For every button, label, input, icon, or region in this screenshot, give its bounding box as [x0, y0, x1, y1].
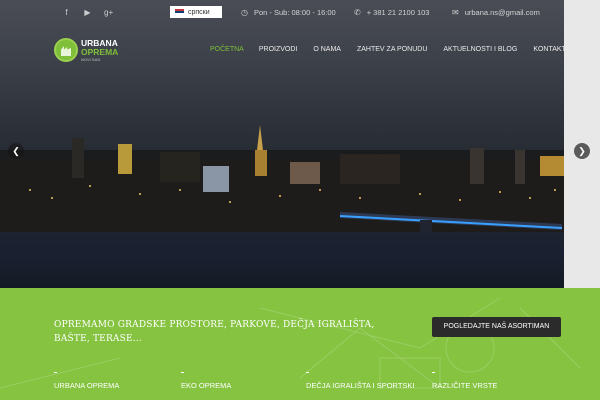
river	[0, 232, 600, 288]
category-item[interactable]: EKO OPREMA	[181, 372, 231, 390]
serbia-flag-icon	[175, 9, 184, 15]
phone-icon: ✆	[354, 8, 361, 17]
category-dash	[432, 372, 435, 373]
logo-mark-icon	[54, 38, 78, 62]
view-assortment-button[interactable]: POGLEDAJTE NAŠ ASORTIMAN	[432, 317, 561, 337]
hours-text: Pon - Sub: 08:00 - 16:00	[253, 8, 336, 17]
clock-icon: ◷	[241, 8, 248, 17]
category-label: RAZLIČITE VRSTE	[432, 381, 498, 390]
slider-prev-button[interactable]: ❮	[8, 143, 24, 159]
category-dash	[306, 372, 309, 373]
logo-line2: OPREMA	[81, 46, 119, 57]
main-nav: POČETNA PROIZVODI O NAMA ZAHTEV ZA PONUD…	[210, 46, 566, 53]
category-item[interactable]: URBANA OPREMA	[54, 372, 119, 390]
slider-next-button[interactable]: ❯	[574, 143, 590, 159]
category-item[interactable]: RAZLIČITE VRSTE	[432, 372, 497, 390]
phone-text[interactable]: + 381 21 2100 103	[367, 8, 430, 17]
top-bar: f ▶ g+ српски ◷ Pon - Sub: 08:00 - 16:00…	[0, 0, 564, 26]
nav-item-kontakt[interactable]: KONTAKT	[533, 46, 566, 53]
chevron-right-icon: ❯	[578, 146, 586, 156]
nav-item-o-nama[interactable]: O NAMA	[313, 46, 341, 53]
email-text[interactable]: urbana.ns@gmail.com	[465, 8, 540, 17]
envelope-icon: ✉	[452, 8, 459, 17]
category-dash	[54, 372, 57, 373]
nav-item-proizvodi[interactable]: PROIZVODI	[259, 46, 298, 53]
language-label: српски	[188, 8, 210, 16]
logo-text: URBANA OPREMA NOVI SAD	[81, 38, 119, 62]
category-label: DEČJA IGRALIŠTA I SPORTSKI	[306, 381, 415, 390]
email-info: ✉ urbana.ns@gmail.com	[452, 8, 540, 17]
youtube-icon[interactable]: ▶	[83, 8, 92, 17]
chevron-left-icon: ❮	[12, 146, 20, 156]
promo-title: OPREMAMO GRADSKE PROSTORE, PARKOVE, DEČJ…	[54, 320, 375, 344]
nav-item-pocetna[interactable]: POČETNA	[210, 46, 244, 53]
language-selector[interactable]: српски	[170, 6, 222, 18]
facebook-icon[interactable]: f	[62, 8, 71, 17]
working-hours: ◷ Pon - Sub: 08:00 - 16:00	[241, 8, 336, 17]
category-item[interactable]: DEČJA IGRALIŠTA I SPORTSKI	[306, 372, 415, 390]
category-list: URBANA OPREMA EKO OPREMA DEČJA IGRALIŠTA…	[0, 372, 600, 400]
site-logo[interactable]: URBANA OPREMA NOVI SAD	[54, 38, 118, 62]
nav-item-zahtev-za-ponudu[interactable]: ZAHTEV ZA PONUDU	[357, 46, 427, 53]
category-dash	[181, 372, 184, 373]
category-label: EKO OPREMA	[181, 381, 232, 390]
google-plus-icon[interactable]: g+	[104, 8, 113, 17]
nav-item-aktuelnosti-i-blog[interactable]: AKTUELNOSTI I BLOG	[443, 46, 517, 53]
social-links: f ▶ g+	[62, 8, 113, 17]
category-label: URBANA OPREMA	[54, 381, 120, 390]
phone-info: ✆ + 381 21 2100 103	[354, 8, 429, 17]
logo-tagline: NOVI SAD	[81, 56, 101, 62]
